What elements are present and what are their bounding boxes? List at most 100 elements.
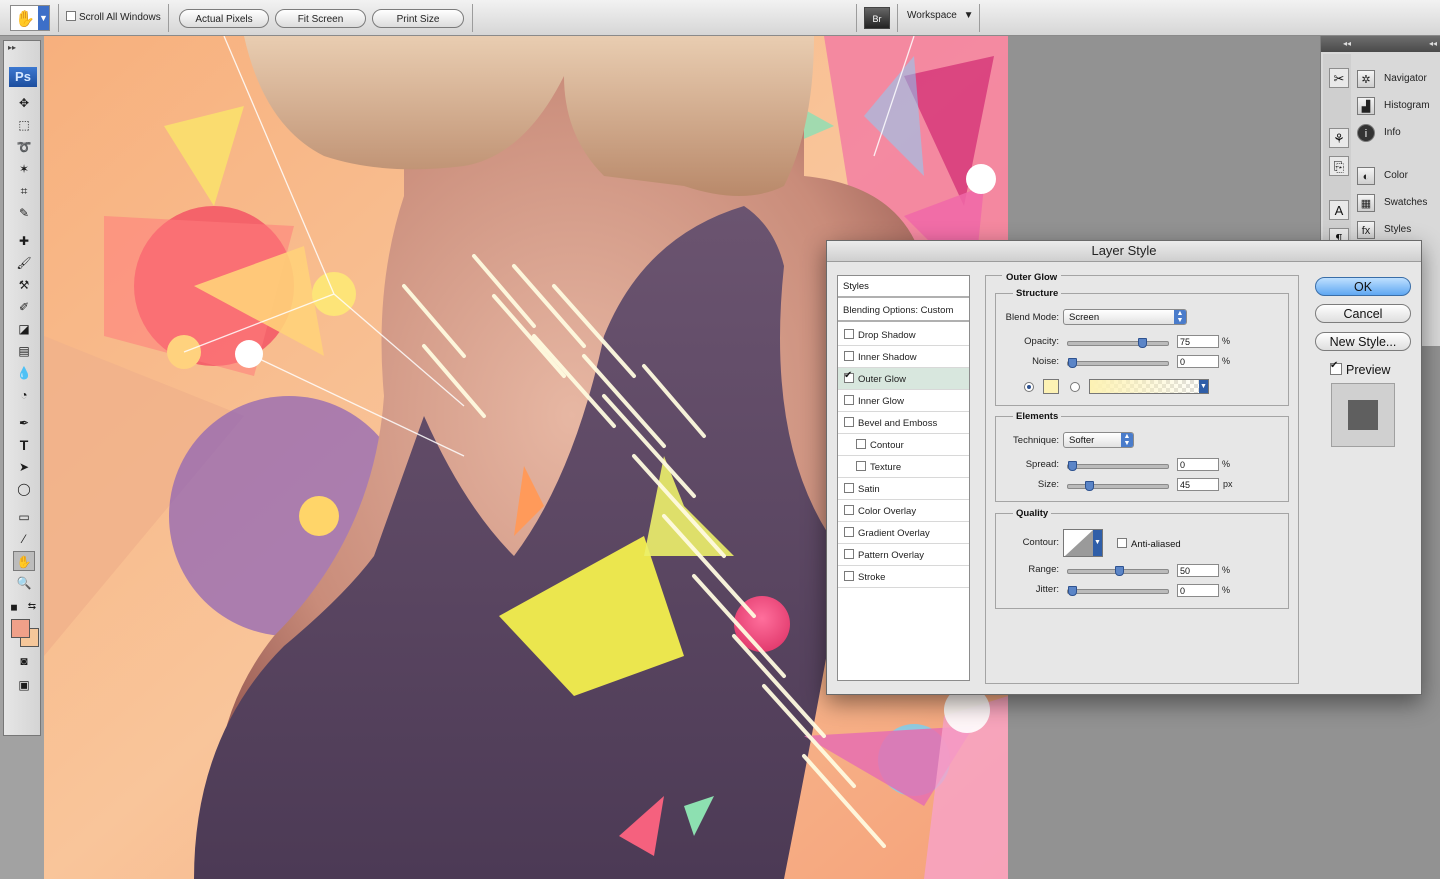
effect-checkbox[interactable] xyxy=(844,505,854,515)
fit-screen-button[interactable]: Fit Screen xyxy=(275,9,366,28)
glow-color-swatch[interactable] xyxy=(1043,379,1059,394)
ok-button[interactable]: OK xyxy=(1315,277,1411,296)
slider-knob[interactable] xyxy=(1068,461,1077,471)
effect-item-stroke[interactable]: Stroke xyxy=(838,566,969,588)
move-tool-icon[interactable]: ✥ xyxy=(13,93,35,113)
pen-tool-icon[interactable]: ✒ xyxy=(13,413,35,433)
clone-stamp-tool-icon[interactable]: ⚒ xyxy=(13,275,35,295)
effect-checkbox[interactable] xyxy=(844,527,854,537)
jitter-input[interactable]: 0 xyxy=(1177,584,1219,597)
tool-preset-picker[interactable]: ✋ ▼ xyxy=(10,5,50,31)
blur-tool-icon[interactable]: 💧 xyxy=(13,363,35,383)
range-slider[interactable] xyxy=(1067,566,1169,576)
swap-colors-icon[interactable]: ⇆ xyxy=(26,597,38,617)
screen-mode-icon[interactable]: ▣ xyxy=(13,675,35,695)
anti-aliased-checkbox[interactable]: Anti-aliased xyxy=(1117,538,1181,550)
quick-mask-icon[interactable]: ◙ xyxy=(13,651,35,671)
slider-knob[interactable] xyxy=(1068,358,1077,368)
effect-item-pattern-overlay[interactable]: Pattern Overlay xyxy=(838,544,969,566)
healing-brush-tool-icon[interactable]: ✚ xyxy=(13,231,35,251)
technique-select[interactable]: Softer ▲ ▼ xyxy=(1063,432,1134,448)
blending-options-item[interactable]: Blending Options: Custom xyxy=(838,300,969,322)
effect-item-color-overlay[interactable]: Color Overlay xyxy=(838,500,969,522)
effect-checkbox[interactable] xyxy=(856,461,866,471)
effect-item-inner-glow[interactable]: Inner Glow xyxy=(838,390,969,412)
bridge-button[interactable]: Br xyxy=(864,7,890,29)
clone-source-icon[interactable]: ⎘ xyxy=(1329,156,1349,176)
effect-item-texture[interactable]: Texture xyxy=(838,456,969,478)
effect-item-contour[interactable]: Contour xyxy=(838,434,969,456)
effect-checkbox[interactable] xyxy=(844,417,854,427)
marquee-tool-icon[interactable]: ⬚ xyxy=(13,115,35,135)
effect-item-drop-shadow[interactable]: Drop Shadow xyxy=(838,324,969,346)
panel-swatches[interactable]: ▦ Swatches xyxy=(1357,192,1440,214)
hand-tool-icon[interactable]: ✋ xyxy=(13,551,35,571)
opacity-slider[interactable] xyxy=(1067,338,1169,348)
panel-navigator[interactable]: ✲ Navigator xyxy=(1357,68,1440,90)
size-slider[interactable] xyxy=(1067,481,1169,491)
eraser-tool-icon[interactable]: ◪ xyxy=(13,319,35,339)
size-input[interactable]: 45 xyxy=(1177,478,1219,491)
slider-knob[interactable] xyxy=(1114,566,1124,576)
panel-info[interactable]: i Info xyxy=(1357,122,1440,144)
photoshop-logo[interactable]: Ps xyxy=(9,67,37,87)
collapse-icon[interactable]: ◂◂ xyxy=(1429,39,1437,48)
effect-checkbox[interactable] xyxy=(844,571,854,581)
notes-tool-icon[interactable]: ▭ xyxy=(13,507,35,527)
magic-wand-tool-icon[interactable]: ✶ xyxy=(13,159,35,179)
crop-tool-icon[interactable]: ⌗ xyxy=(13,181,35,201)
slice-tool-icon[interactable]: ✎ xyxy=(13,203,35,223)
new-style-button[interactable]: New Style... xyxy=(1315,332,1411,351)
effect-item-satin[interactable]: Satin xyxy=(838,478,969,500)
actual-pixels-button[interactable]: Actual Pixels xyxy=(179,9,269,28)
opacity-input[interactable]: 75 xyxy=(1177,335,1219,348)
slider-knob[interactable] xyxy=(1137,338,1147,348)
solid-color-radio[interactable] xyxy=(1024,382,1034,392)
range-input[interactable]: 50 xyxy=(1177,564,1219,577)
effect-checkbox[interactable] xyxy=(856,439,866,449)
character-icon[interactable]: A xyxy=(1329,200,1349,220)
noise-slider[interactable] xyxy=(1067,358,1169,368)
effect-checkbox[interactable] xyxy=(844,483,854,493)
slider-knob[interactable] xyxy=(1084,481,1094,491)
panel-styles[interactable]: fx Styles xyxy=(1357,219,1440,241)
effect-item-bevel-and-emboss[interactable]: Bevel and Emboss xyxy=(838,412,969,434)
gradient-tool-icon[interactable]: ▤ xyxy=(13,341,35,361)
spread-input[interactable]: 0 xyxy=(1177,458,1219,471)
glow-gradient-picker[interactable]: ▼ xyxy=(1089,379,1209,394)
foreground-color-swatch[interactable] xyxy=(11,619,30,638)
jitter-slider[interactable] xyxy=(1067,586,1169,596)
ellipse-tool-icon[interactable]: ◯ xyxy=(13,479,35,499)
path-selection-tool-icon[interactable]: ➤ xyxy=(13,457,35,477)
lasso-tool-icon[interactable]: ➰ xyxy=(13,137,35,157)
tool-presets-icon[interactable]: ✂ xyxy=(1329,68,1349,88)
blend-mode-select[interactable]: Screen ▲ ▼ xyxy=(1063,309,1187,325)
dodge-tool-icon[interactable]: ◔ xyxy=(13,385,35,405)
effect-checkbox[interactable] xyxy=(844,370,854,383)
effect-item-inner-shadow[interactable]: Inner Shadow xyxy=(838,346,969,368)
scroll-all-windows-checkbox[interactable]: Scroll All Windows xyxy=(66,11,161,23)
panel-color[interactable]: ◐ Color xyxy=(1357,165,1440,187)
effect-checkbox[interactable] xyxy=(844,351,854,361)
cancel-button[interactable]: Cancel xyxy=(1315,304,1411,323)
effect-checkbox[interactable] xyxy=(844,395,854,405)
contour-picker[interactable]: ▼ xyxy=(1063,529,1103,557)
eyedropper-tool-icon[interactable]: ⁄ xyxy=(13,529,35,549)
brush-tool-icon[interactable]: 🖌 xyxy=(13,253,35,273)
default-colors-icon[interactable]: ◼ xyxy=(8,597,20,617)
gradient-radio[interactable] xyxy=(1070,382,1080,392)
preview-checkbox[interactable]: Preview xyxy=(1330,360,1390,377)
history-brush-tool-icon[interactable]: ✐ xyxy=(13,297,35,317)
type-tool-icon[interactable]: T xyxy=(13,435,35,455)
zoom-tool-icon[interactable]: 🔍 xyxy=(13,573,35,593)
collapse-icon[interactable]: ◂◂ xyxy=(1343,39,1351,48)
noise-input[interactable]: 0 xyxy=(1177,355,1219,368)
effect-checkbox[interactable] xyxy=(844,549,854,559)
slider-knob[interactable] xyxy=(1068,586,1077,596)
brushes-icon[interactable]: ⚘ xyxy=(1329,128,1349,148)
effect-item-gradient-overlay[interactable]: Gradient Overlay xyxy=(838,522,969,544)
spread-slider[interactable] xyxy=(1067,461,1169,471)
workspace-menu[interactable]: Workspace ▼ xyxy=(907,10,974,21)
print-size-button[interactable]: Print Size xyxy=(372,9,464,28)
effect-item-outer-glow[interactable]: Outer Glow xyxy=(838,368,969,390)
